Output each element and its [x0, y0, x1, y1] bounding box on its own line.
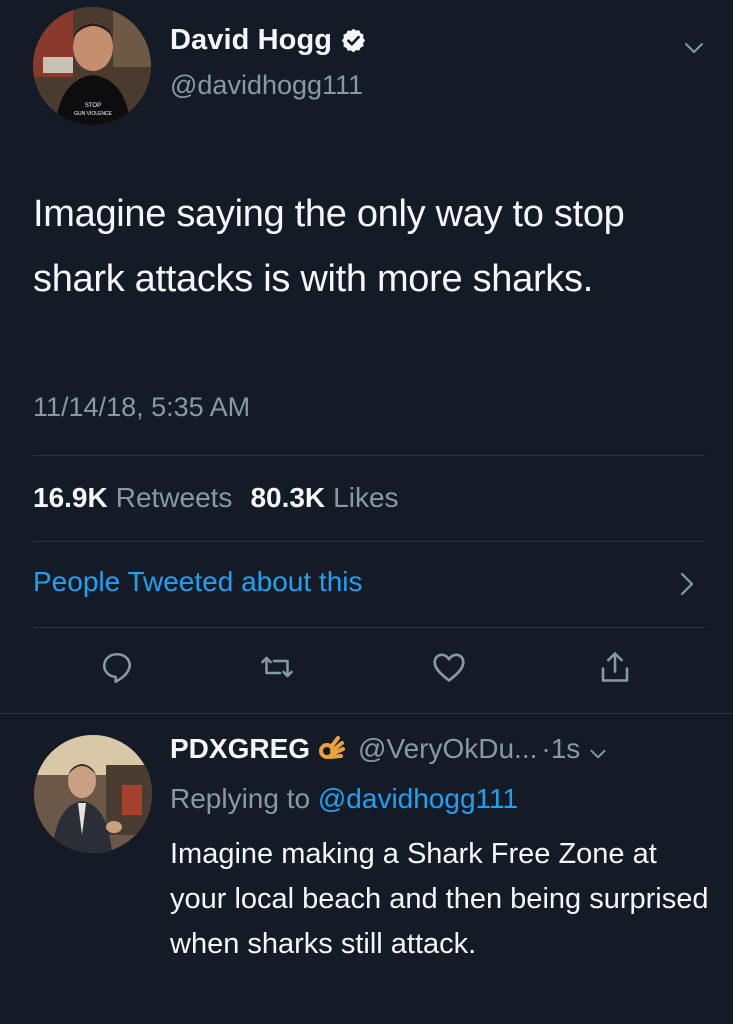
tweet-actions [0, 645, 733, 695]
likes-label: Likes [333, 482, 399, 513]
tweet-text: Imagine saying the only way to stop shar… [33, 193, 625, 300]
likes-stat[interactable]: 80.3K Likes [250, 482, 398, 514]
verified-badge-icon [340, 27, 367, 54]
avatar-shirt-text-bottom: GUN VIOLENCE [74, 111, 112, 117]
reply-time: ·1s [541, 733, 581, 764]
like-icon[interactable] [427, 645, 471, 689]
divider [0, 713, 733, 714]
avatar-shirt-text-top: STOP [85, 103, 101, 109]
tweet-timestamp: 11/14/18, 5:35 AM [33, 392, 251, 422]
people-tweeted-link[interactable]: People Tweeted about this [33, 566, 363, 598]
replying-to-line: Replying to @davidhogg111 [170, 783, 518, 815]
retweet-icon[interactable] [255, 645, 299, 689]
replying-prefix: Replying to [170, 783, 311, 814]
reply-avatar-image [34, 735, 152, 853]
divider [33, 541, 705, 542]
replying-mention-link[interactable]: @davidhogg111 [318, 783, 518, 814]
author-display-name[interactable]: David Hogg [170, 24, 332, 57]
reply-header: PDXGREG @VeryOkDu... ·1s [170, 733, 608, 765]
reply-display-name[interactable]: PDXGREG [170, 733, 310, 765]
retweets-stat[interactable]: 16.9K Retweets [33, 482, 232, 514]
author-handle[interactable]: @davidhogg111 [170, 70, 363, 101]
reply-icon[interactable] [95, 645, 139, 689]
author-name-row[interactable]: David Hogg [170, 24, 367, 57]
tweet-screen: STOP GUN VIOLENCE David Hogg @davidhogg1… [0, 0, 733, 1024]
author-avatar[interactable]: STOP GUN VIOLENCE [33, 7, 151, 125]
ok-hand-emoji-icon [316, 734, 346, 764]
reply-author-avatar[interactable] [34, 735, 152, 853]
reply-text: Imagine making a Shark Free Zone at your… [170, 838, 709, 960]
chevron-down-icon[interactable] [682, 36, 706, 60]
tweet-stats: 16.9K Retweets 80.3K Likes [33, 482, 407, 514]
chevron-right-icon[interactable] [676, 570, 698, 598]
chevron-down-icon[interactable] [588, 739, 608, 759]
retweets-count: 16.9K [33, 482, 108, 513]
divider [33, 627, 705, 628]
retweets-label: Retweets [115, 482, 233, 513]
author-avatar-image: STOP GUN VIOLENCE [33, 7, 151, 125]
share-icon[interactable] [593, 645, 637, 689]
likes-count: 80.3K [250, 482, 326, 513]
reply-handle[interactable]: @VeryOkDu... [358, 733, 537, 765]
divider [33, 455, 705, 456]
